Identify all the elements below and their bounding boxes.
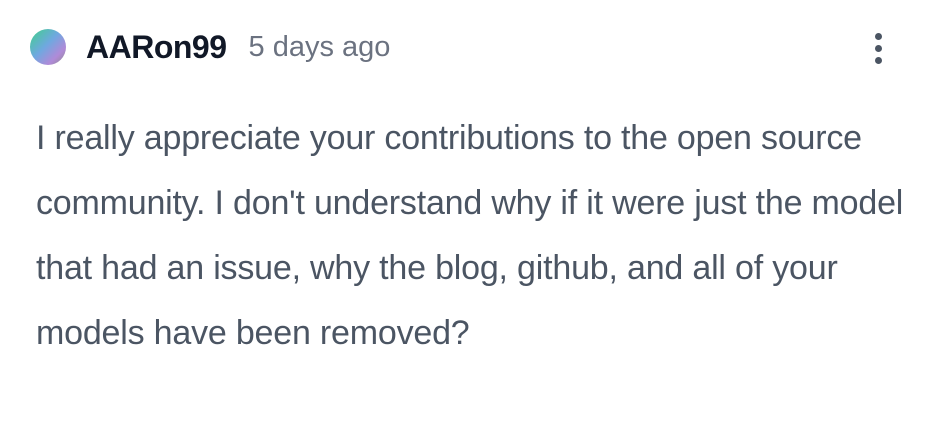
comment-header: AARon99 5 days ago xyxy=(30,24,390,70)
comment-timestamp[interactable]: 5 days ago xyxy=(249,31,391,64)
more-options-button[interactable] xyxy=(864,28,892,68)
more-vertical-icon-dot xyxy=(874,44,882,52)
author-name[interactable]: AARon99 xyxy=(86,29,227,66)
comment-body: I really appreciate your contributions t… xyxy=(36,119,904,352)
comment-card: AARon99 5 days ago I really appreciate y… xyxy=(0,0,946,434)
more-vertical-icon-dot xyxy=(874,56,882,64)
avatar[interactable] xyxy=(30,29,66,65)
more-vertical-icon xyxy=(874,32,882,40)
